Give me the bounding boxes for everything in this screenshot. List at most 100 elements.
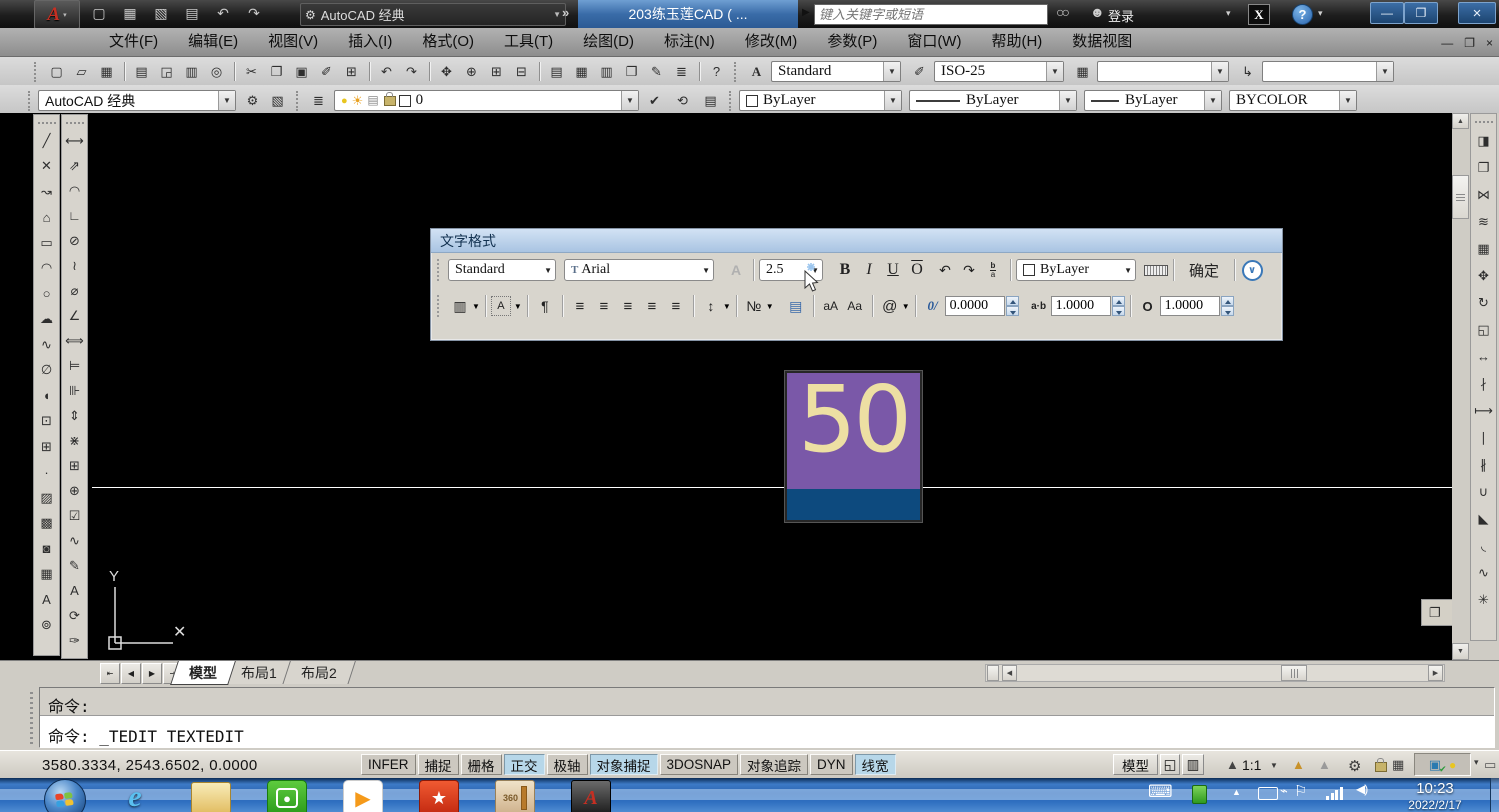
oblique-angle-field[interactable]: 0.0000	[945, 296, 1005, 316]
layer-previous-icon[interactable]: ⟲	[670, 88, 695, 113]
toolbar-grip[interactable]	[729, 91, 735, 111]
trim-icon[interactable]: ∤	[1472, 370, 1495, 397]
menu-item[interactable]: 帮助(H)	[976, 28, 1057, 56]
dimension-text-edit-icon[interactable]: A	[63, 578, 86, 603]
quick-calc-icon[interactable]: ≣	[669, 59, 694, 84]
uppercase-icon[interactable]: aA	[819, 294, 843, 318]
arc-icon[interactable]: ◠	[35, 256, 58, 282]
add-selected-icon[interactable]: ⊚	[35, 613, 58, 639]
sheet-set-icon[interactable]: ❐	[619, 59, 644, 84]
tray-power-icon[interactable]	[1258, 787, 1278, 800]
dialog-text-style-combo[interactable]: Standard▼	[448, 259, 556, 281]
taskbar-clock[interactable]: 10:23 2022/2/17	[1396, 780, 1474, 812]
tolerance-icon[interactable]: ⊞	[63, 453, 86, 478]
hscrollbar-thumb[interactable]	[1281, 665, 1307, 681]
multileader-style-combo[interactable]	[1262, 61, 1394, 82]
command-input[interactable]: 命令: _TEDIT TEXTEDIT	[40, 716, 1494, 747]
quick-view-layouts-icon[interactable]: ◱	[1160, 754, 1180, 775]
dimension-space-icon[interactable]: ⇕	[63, 403, 86, 428]
status-toggle-button[interactable]: INFER	[361, 754, 416, 775]
make-block-icon[interactable]: ⊞	[35, 434, 58, 460]
layer-freeze-sun-icon[interactable]: ☀	[352, 93, 364, 109]
taskbar-item-kingsoft[interactable]: ★	[416, 780, 462, 812]
region-icon[interactable]: ◙	[35, 536, 58, 562]
line-icon[interactable]: ╱	[35, 128, 58, 154]
menu-item[interactable]: 编辑(E)	[173, 28, 253, 56]
publish-icon[interactable]: ▥	[179, 59, 204, 84]
save-icon[interactable]: ▦	[119, 2, 141, 24]
save-icon[interactable]: ▦	[94, 59, 119, 84]
clean-screen-icon[interactable]: ▭	[1484, 757, 1496, 773]
toolbar-grip[interactable]	[296, 91, 302, 111]
ellipse-icon[interactable]: ∅	[35, 358, 58, 384]
workspace-toolbar-combo[interactable]: AutoCAD 经典	[38, 90, 236, 111]
diameter-icon[interactable]: ⌀	[63, 278, 86, 303]
text-style-combo[interactable]: Standard	[771, 61, 901, 82]
command-panel-grip[interactable]	[30, 692, 33, 744]
status-toggle-button[interactable]: 栅格	[461, 754, 502, 775]
menu-item[interactable]: 数据视图	[1057, 28, 1147, 56]
taskbar-item-video-player[interactable]: ▶	[340, 780, 386, 812]
tray-keyboard-icon[interactable]: ⌨	[1148, 782, 1173, 802]
undo-icon[interactable]: ↶	[374, 59, 399, 84]
paragraph-icon[interactable]: ¶	[533, 294, 557, 318]
overline-button[interactable]: O	[905, 258, 929, 282]
text-style-icon[interactable]: A	[744, 59, 769, 84]
chamfer-icon[interactable]: ◣	[1472, 505, 1495, 532]
mtext-editor-value[interactable]: 50	[787, 373, 920, 489]
insert-field-icon[interactable]: ▤	[784, 294, 808, 318]
zoom-previous-icon[interactable]: ⊟	[509, 59, 534, 84]
status-toggle-button[interactable]: 捕捉	[418, 754, 459, 775]
export-dwf-icon[interactable]: ◎	[204, 59, 229, 84]
scroll-down-button[interactable]: ▼	[1452, 643, 1469, 660]
table-style-icon[interactable]: ▦	[1070, 59, 1095, 84]
options-button[interactable]: ∨	[1240, 258, 1264, 282]
break-at-point-icon[interactable]: ∣	[1472, 424, 1495, 451]
print-icon[interactable]: ▤	[181, 2, 203, 24]
construction-line-icon[interactable]: ✕	[35, 154, 58, 180]
toolbar-lock-icon[interactable]	[1375, 762, 1387, 772]
search-input[interactable]	[815, 5, 1047, 24]
continue-icon[interactable]: ⊪	[63, 378, 86, 403]
radius-icon[interactable]: ⊘	[63, 228, 86, 253]
status-toggle-button[interactable]: 线宽	[855, 754, 896, 775]
expand-icon[interactable]: ▶	[802, 7, 810, 18]
mtext-justification-icon[interactable]: A	[491, 296, 511, 316]
tracking-spinner[interactable]	[1112, 296, 1125, 316]
break-icon[interactable]: ∦	[1472, 451, 1495, 478]
drawing-line[interactable]	[92, 487, 1452, 488]
redo-button[interactable]: ↷	[957, 258, 981, 282]
dim-style-combo[interactable]: ISO-25	[934, 61, 1064, 82]
saveas-icon[interactable]: ▧	[150, 2, 172, 24]
mirror-icon[interactable]: ⋈	[1472, 181, 1495, 208]
layer-lock-icon[interactable]	[384, 96, 396, 106]
display-settings-icon[interactable]: ▧	[265, 88, 290, 113]
cut-icon[interactable]: ✂	[239, 59, 264, 84]
layer-plot-icon[interactable]: ▤	[367, 93, 378, 108]
numbering-icon[interactable]: №	[742, 294, 766, 318]
menu-item[interactable]: 插入(I)	[333, 28, 407, 56]
status-toggle-button[interactable]: 极轴	[547, 754, 588, 775]
stretch-icon[interactable]: ↔	[1472, 343, 1495, 370]
minimize-button[interactable]: —	[1370, 2, 1404, 24]
join-icon[interactable]: ∪	[1472, 478, 1495, 505]
toolbar-grip[interactable]	[28, 91, 34, 111]
hardware-accel-icon[interactable]: ▦	[1392, 757, 1404, 773]
status-toggle-button[interactable]: 3DOSNAP	[660, 754, 739, 775]
rotate-icon[interactable]: ↻	[1472, 289, 1495, 316]
mtext-editor-box[interactable]: 50	[785, 371, 922, 522]
align-distribute-icon[interactable]: ≡	[664, 294, 688, 318]
ellipse-arc-icon[interactable]: ◖	[35, 383, 58, 409]
dim-style-icon[interactable]: ✐	[907, 59, 932, 84]
explode-icon[interactable]: ✳	[1472, 586, 1495, 613]
workspace-switch-gear-icon[interactable]: ⚙	[1348, 757, 1361, 775]
blend-icon[interactable]: ∿	[1472, 559, 1495, 586]
inspection-icon[interactable]: ☑	[63, 503, 86, 528]
help-icon[interactable]: ?	[704, 59, 729, 84]
menu-item[interactable]: 标注(N)	[649, 28, 730, 56]
next-tab-button[interactable]: ▶	[142, 663, 162, 684]
search-icon[interactable]: ○○	[1056, 4, 1067, 20]
stack-button[interactable]: ba	[981, 258, 1005, 282]
table-icon[interactable]: ▦	[35, 562, 58, 588]
dimension-break-icon[interactable]: ⋇	[63, 428, 86, 453]
